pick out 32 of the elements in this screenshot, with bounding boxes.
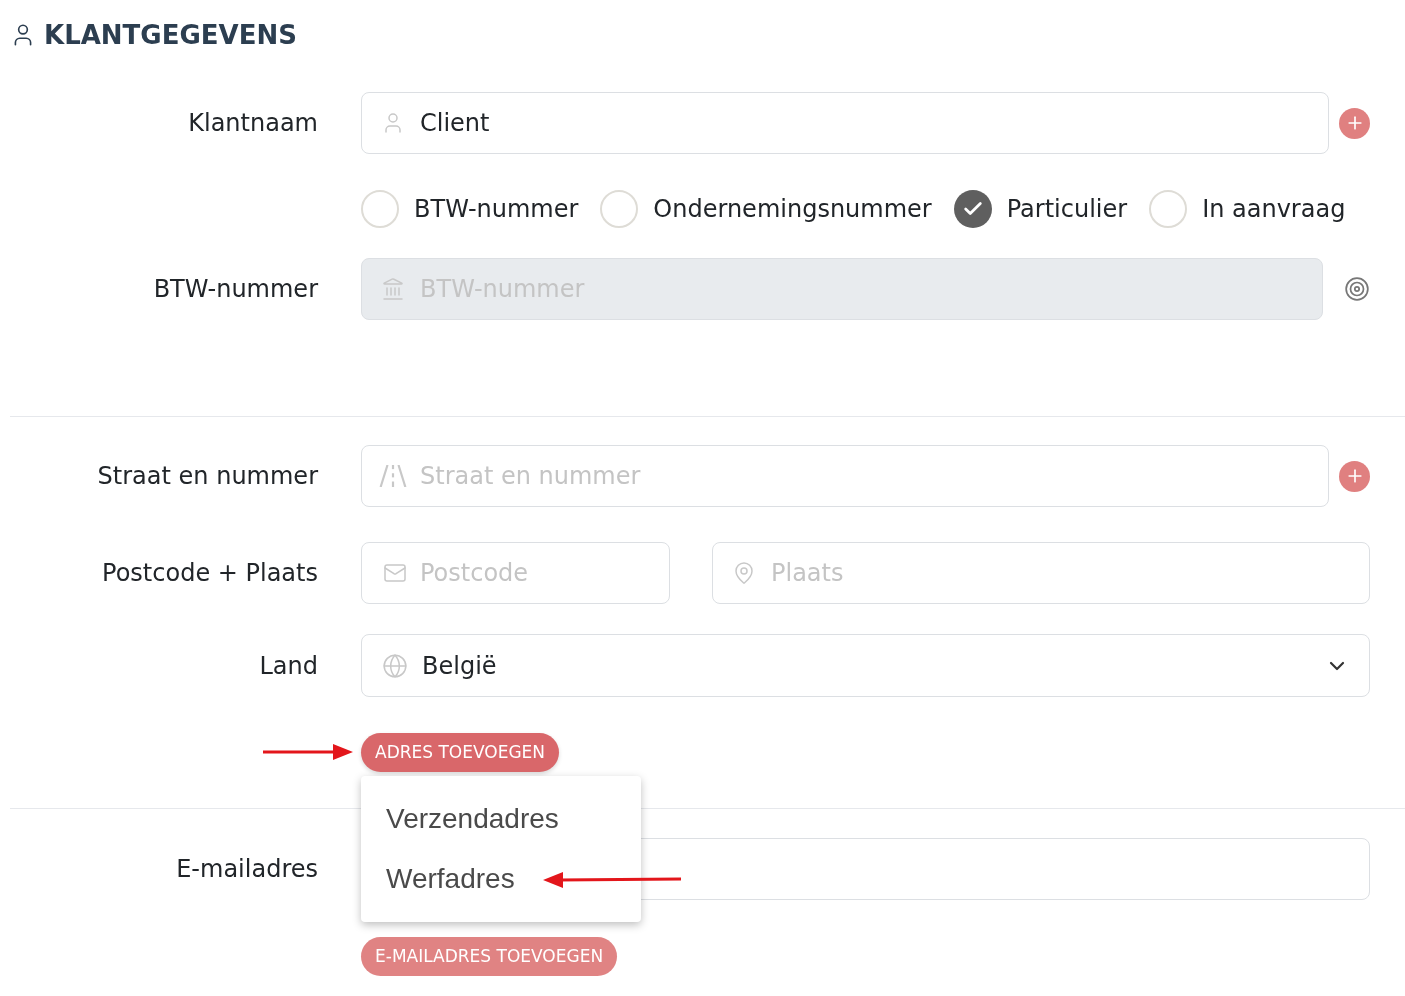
menu-item[interactable]: Verzendadres [361, 789, 641, 849]
field-label: Land [258, 650, 318, 682]
field-label: Postcode + Plaats [101, 558, 318, 589]
bank-icon [381, 277, 405, 301]
country-select[interactable]: België [361, 634, 1370, 697]
field-label: E-mailadres [175, 854, 318, 885]
radio-button[interactable] [953, 190, 992, 228]
radio-label[interactable]: In aanvraag [1202, 193, 1346, 225]
arrow-icon [263, 744, 353, 760]
map-pin-icon [732, 559, 756, 587]
radio-label[interactable]: Ondernemingsnummer [653, 193, 932, 225]
street-field[interactable]: Straat en nummer [361, 445, 1329, 507]
city-field[interactable]: Plaats [712, 542, 1370, 604]
target-icon[interactable] [1344, 276, 1370, 302]
client-name-field[interactable]: Client [361, 92, 1329, 154]
road-icon [379, 465, 407, 487]
radio-button[interactable] [600, 190, 639, 228]
arrow-icon [543, 872, 681, 888]
section-title: KLANTGEGEVENS [44, 19, 297, 52]
add-button[interactable] [1339, 460, 1370, 492]
radio-button[interactable] [361, 190, 399, 228]
menu-item[interactable]: Werfadres [361, 849, 641, 909]
globe-icon [382, 652, 408, 679]
envelope-icon [381, 561, 409, 585]
field-label: Straat en nummer [96, 461, 318, 492]
field-label: BTW-nummer [152, 274, 318, 305]
field-label: Klantnaam [187, 108, 318, 139]
postcode-field[interactable]: Postcode [361, 542, 670, 604]
radio-label[interactable]: Particulier [1006, 193, 1128, 225]
radio-label[interactable]: BTW-nummer [414, 193, 579, 225]
radio-button[interactable] [1149, 190, 1188, 228]
add-button[interactable] [1339, 107, 1370, 139]
